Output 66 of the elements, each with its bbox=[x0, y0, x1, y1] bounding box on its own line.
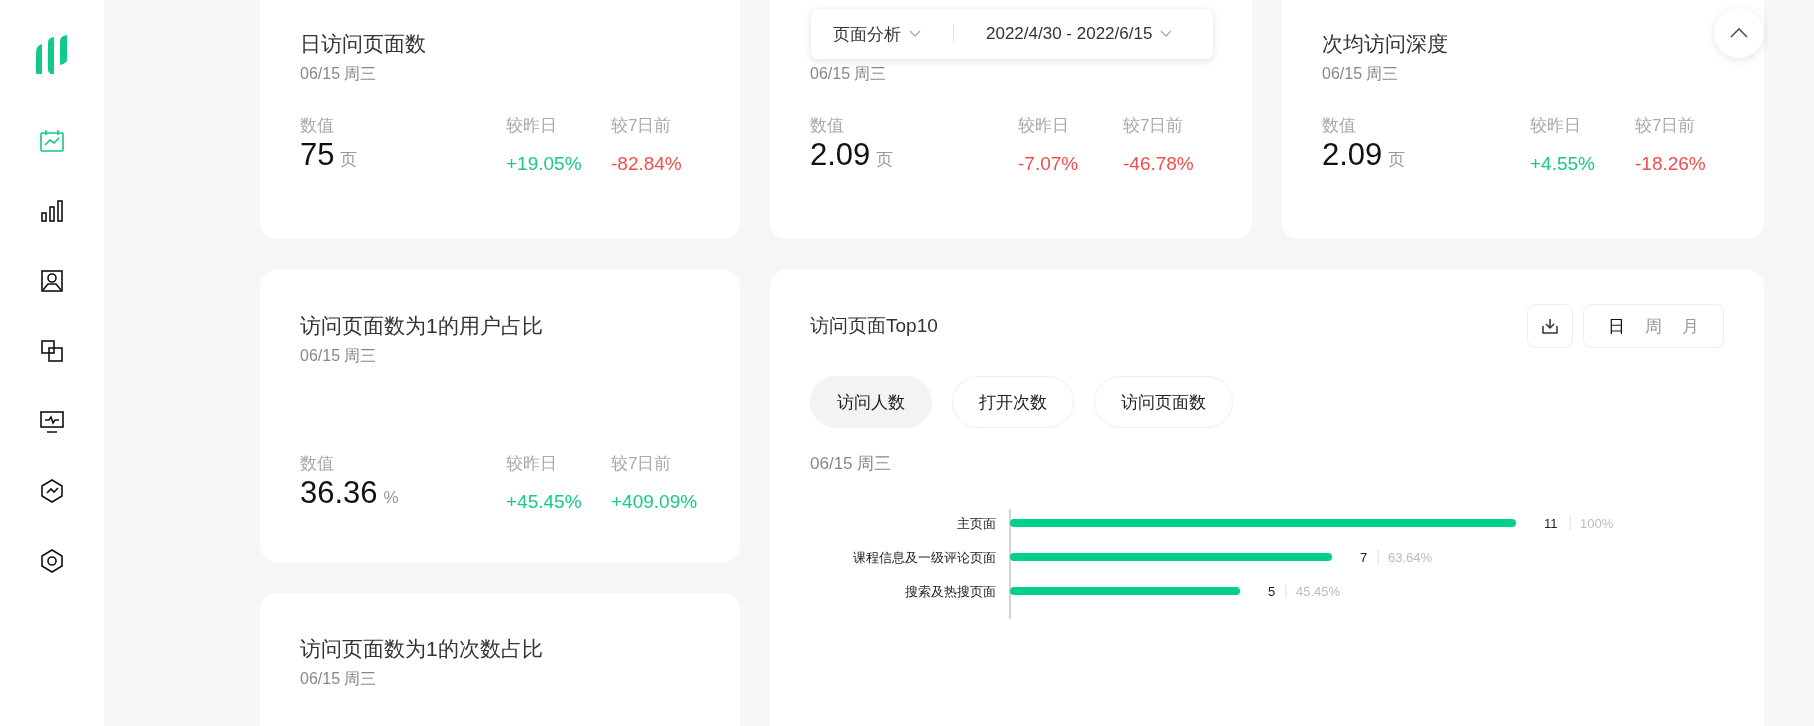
metric-tab[interactable]: 访问人数 bbox=[810, 376, 932, 428]
metric-value: 75 bbox=[300, 137, 335, 173]
value-label: 5 bbox=[1268, 584, 1276, 599]
date-label: 06/15 周三 bbox=[810, 64, 888, 84]
metric-tab[interactable]: 访问页面数 bbox=[1094, 376, 1233, 428]
caret-icon bbox=[1160, 30, 1173, 38]
unit-label: 页 bbox=[876, 149, 894, 171]
compare-label: 较7日前 bbox=[1635, 115, 1696, 137]
date-label: 06/15 周三 bbox=[300, 669, 378, 689]
date-label: 06/15 周三 bbox=[300, 64, 378, 84]
unit-label: 页 bbox=[1388, 149, 1406, 171]
compare-label: 较7日前 bbox=[611, 453, 672, 475]
unit-label: % bbox=[383, 488, 399, 508]
change-percent: -7.07% bbox=[1018, 153, 1079, 175]
caret-icon bbox=[909, 30, 921, 38]
date-range-picker[interactable]: 2022/4/30 - 2022/6/15 bbox=[974, 20, 1185, 48]
metric-value: 36.36 bbox=[300, 475, 378, 511]
percent-label: 63.64% bbox=[1388, 550, 1433, 565]
metric-tab[interactable]: 打开次数 bbox=[952, 376, 1074, 428]
percent-label: 100% bbox=[1580, 516, 1614, 531]
percent-label: 45.45% bbox=[1296, 584, 1341, 599]
metric-label: 数值 bbox=[810, 115, 844, 137]
overlap-squares-icon[interactable] bbox=[39, 338, 65, 364]
card-title: 访问页面数为1的次数占比 bbox=[300, 636, 544, 662]
card-title: 日访问页面数 bbox=[300, 31, 427, 57]
period-tab[interactable]: 日 bbox=[1598, 314, 1635, 338]
compare-label: 较昨日 bbox=[1018, 115, 1069, 137]
category-label: 课程信息及一级评论页面 bbox=[853, 550, 996, 565]
card-title: 访问页面数为1的用户占比 bbox=[300, 313, 544, 339]
change-percent: +45.45% bbox=[506, 491, 582, 513]
change-percent: -18.26% bbox=[1635, 153, 1706, 175]
card-title: 次均访问深度 bbox=[1322, 31, 1449, 57]
unit-label: 页 bbox=[340, 149, 358, 171]
hexagon-settings-icon[interactable] bbox=[39, 548, 65, 574]
compare-label: 较昨日 bbox=[506, 453, 557, 475]
metric-value: 2.09 bbox=[1322, 137, 1383, 173]
metric-value: 2.09 bbox=[810, 137, 871, 173]
bar-chart-icon[interactable] bbox=[39, 198, 65, 224]
metric-label: 数值 bbox=[300, 115, 334, 137]
change-percent: +4.55% bbox=[1530, 153, 1595, 175]
date-label: 06/15 周三 bbox=[810, 453, 893, 475]
date-label: 06/15 周三 bbox=[1322, 64, 1400, 84]
monitor-icon[interactable] bbox=[39, 408, 65, 434]
compare-label: 较7日前 bbox=[611, 115, 672, 137]
compare-label: 较昨日 bbox=[506, 115, 557, 137]
download-icon bbox=[1541, 317, 1559, 335]
metric-label: 数值 bbox=[300, 453, 334, 475]
value-label: 7 bbox=[1360, 550, 1368, 565]
change-percent: +409.09% bbox=[611, 491, 698, 513]
change-percent: -82.84% bbox=[611, 153, 682, 175]
metric-label: 数值 bbox=[1322, 115, 1356, 137]
compare-label: 较7日前 bbox=[1123, 115, 1184, 137]
change-percent: -46.78% bbox=[1123, 153, 1194, 175]
category-label: 搜索及热搜页面 bbox=[905, 584, 996, 599]
download-button[interactable] bbox=[1527, 304, 1573, 348]
compare-label: 较昨日 bbox=[1530, 115, 1581, 137]
hexagon-trend-icon[interactable] bbox=[39, 478, 65, 504]
view-dropdown[interactable]: 页面分析 bbox=[821, 18, 933, 50]
date-label: 06/15 周三 bbox=[300, 346, 378, 366]
change-percent: +19.05% bbox=[506, 153, 582, 175]
value-label: 11 bbox=[1544, 516, 1558, 531]
category-label: 主页面 bbox=[957, 516, 996, 531]
logo-icon bbox=[35, 34, 69, 74]
chevron-up-icon bbox=[1729, 27, 1749, 39]
card-title: 访问页面Top10 bbox=[810, 314, 938, 338]
user-portrait-icon[interactable] bbox=[39, 268, 65, 294]
